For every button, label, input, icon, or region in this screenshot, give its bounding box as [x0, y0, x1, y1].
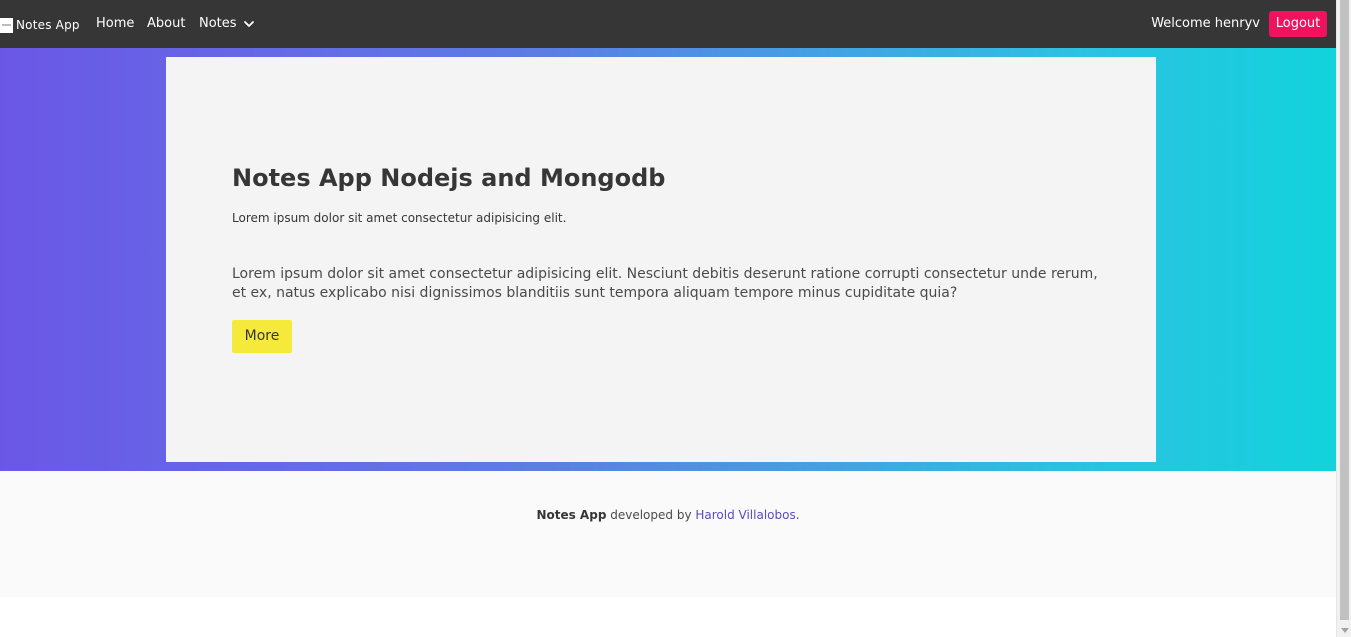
nav-about-link[interactable]: About [147, 16, 185, 32]
vertical-scrollbar[interactable] [1336, 0, 1351, 637]
navbar: Notes App Home About Notes Welcome henry… [0, 0, 1336, 48]
logout-button[interactable]: Logout [1269, 11, 1327, 37]
more-button[interactable]: More [232, 320, 292, 353]
footer: Notes App developed by Harold Villalobos… [0, 471, 1336, 597]
page: Notes App Home About Notes Welcome henry… [0, 0, 1336, 637]
brand-link[interactable]: Notes App [0, 16, 80, 34]
chevron-down-icon [243, 18, 255, 30]
hero-card: Notes App Nodejs and Mongodb Lorem ipsum… [166, 57, 1156, 462]
footer-credit: Notes App developed by Harold Villalobos… [0, 508, 1336, 522]
hero-section: Notes App Nodejs and Mongodb Lorem ipsum… [0, 48, 1336, 471]
nav-notes-dropdown[interactable]: Notes [199, 16, 255, 32]
hero-subtitle: Lorem ipsum dolor sit amet consectetur a… [232, 211, 567, 225]
scrollbar-thumb[interactable] [1340, 0, 1349, 620]
scroll-down-arrow-icon[interactable] [1341, 628, 1349, 633]
footer-period: . [795, 508, 800, 522]
footer-app-name: Notes App [536, 508, 607, 522]
welcome-text: Welcome henryv [1151, 16, 1260, 31]
nav-notes-label: Notes [199, 16, 237, 31]
brand-name: Notes App [16, 18, 80, 32]
hero-title: Notes App Nodejs and Mongodb [232, 164, 666, 192]
footer-developed-by: developed by [610, 508, 692, 522]
notes-logo-icon [0, 17, 13, 33]
nav-home-link[interactable]: Home [96, 16, 134, 32]
hero-body-text: Lorem ipsum dolor sit amet consectetur a… [232, 266, 1098, 301]
footer-author-link[interactable]: Harold Villalobos [695, 508, 795, 522]
